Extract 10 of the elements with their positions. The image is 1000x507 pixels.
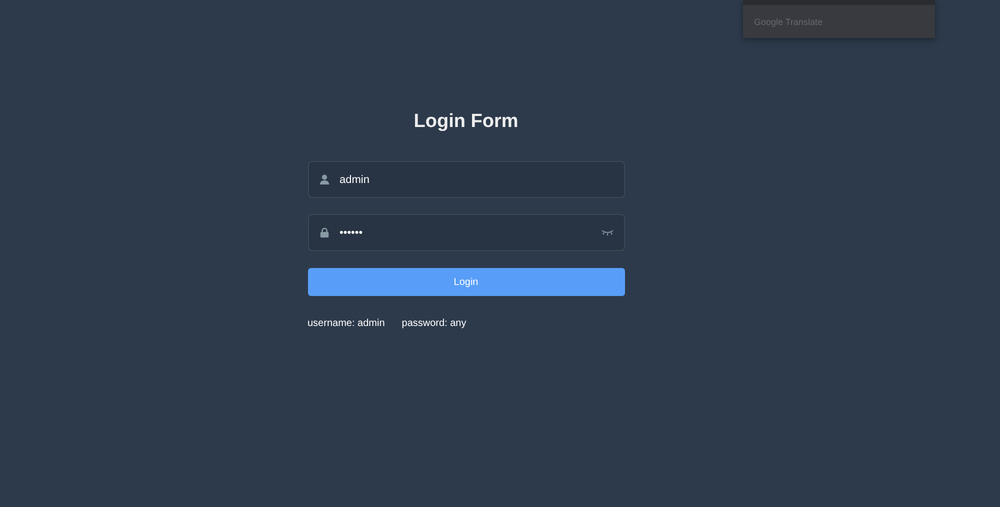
field-value: •••••• xyxy=(340,226,363,240)
lock-icon xyxy=(318,227,330,238)
hint-text: password: any xyxy=(402,318,466,329)
field-value: admin xyxy=(340,172,370,186)
hint-text: username: admin xyxy=(308,318,385,329)
form-title: Login Form xyxy=(412,110,520,134)
username-field[interactable]: admin xyxy=(308,161,624,198)
password-field[interactable]: •••••• xyxy=(308,214,624,251)
closed-eye-icon[interactable] xyxy=(600,229,614,236)
user-icon xyxy=(318,174,330,185)
